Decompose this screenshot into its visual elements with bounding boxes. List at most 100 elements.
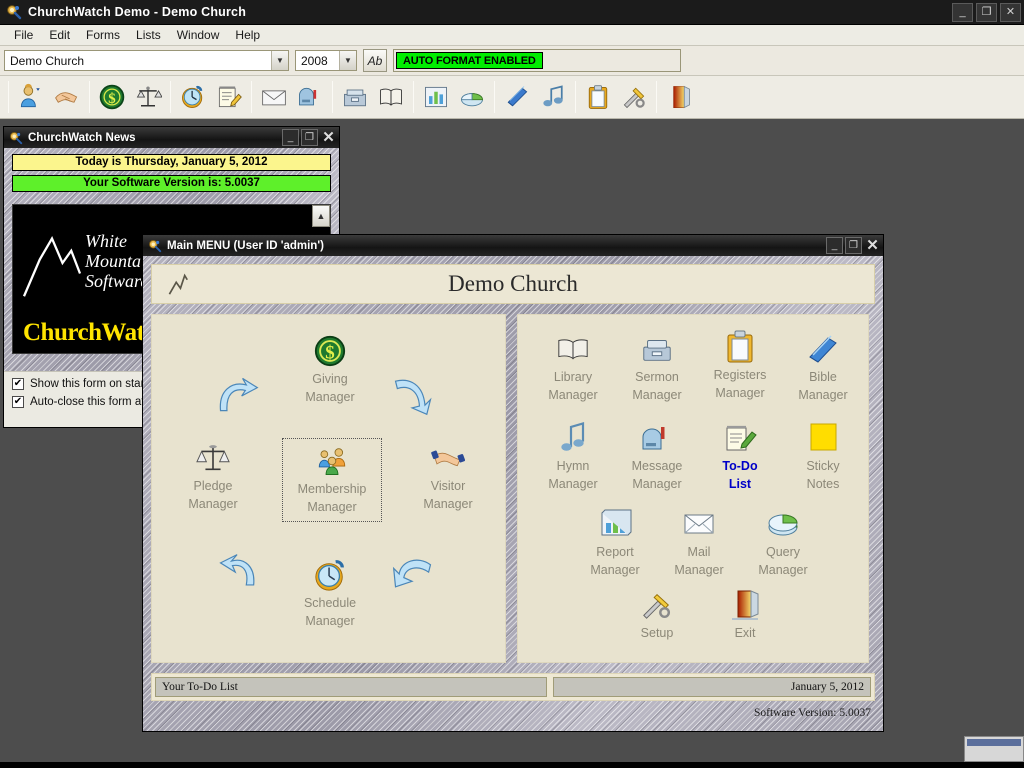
module-label-line2: Manager (590, 563, 640, 577)
module-label-line1: Library (553, 370, 593, 384)
module-schedule-manager[interactable]: Schedule Manager (283, 557, 377, 629)
module-message-manager[interactable]: Message Manager (610, 420, 704, 492)
module-label-line1: Message (631, 459, 683, 473)
handshake-icon (401, 440, 495, 476)
checkbox-show-on-startup[interactable]: ✔ (12, 378, 24, 390)
registers-clipboard-icon[interactable] (580, 79, 616, 115)
chevron-down-icon[interactable]: ▼ (271, 51, 288, 70)
module-label-line1: Exit (734, 626, 756, 640)
module-mail-manager[interactable]: Mail Manager (652, 506, 746, 578)
module-label-line2: Manager (632, 388, 682, 402)
menu-item-window[interactable]: Window (169, 26, 228, 44)
selector-toolbar: Demo Church ▼ 2008 ▼ Ab AUTO FORMAT ENAB… (0, 46, 1024, 76)
module-giving-manager[interactable]: $ Giving Manager (283, 333, 377, 405)
module-sermon-manager[interactable]: Sermon Manager (610, 331, 704, 403)
message-mailbox-icon[interactable] (292, 79, 328, 115)
module-todo-list[interactable]: To-Do List (693, 420, 787, 492)
bible-book-icon[interactable] (499, 79, 535, 115)
module-query-manager[interactable]: Query Manager (736, 506, 830, 578)
module-sticky-notes[interactable]: Sticky Notes (776, 420, 870, 492)
module-label-line1: Setup (640, 626, 674, 640)
toolbar-separator (8, 81, 9, 113)
main-menu-header: Demo Church (151, 264, 875, 304)
module-report-manager[interactable]: Report Manager (568, 506, 662, 578)
module-label-line2: Manager (548, 388, 598, 402)
primary-modules-panel: $ Giving Manager Pledge Manager Membersh… (151, 314, 506, 663)
close-button[interactable]: ✕ (1000, 3, 1021, 22)
membership-icon[interactable] (13, 79, 49, 115)
autoformat-toggle-button[interactable]: Ab (363, 49, 387, 72)
module-registers-manager[interactable]: Registers Manager (693, 329, 787, 401)
module-label-line1: Schedule (303, 596, 357, 610)
report-chart-icon[interactable] (418, 79, 454, 115)
arrow-curve-left-icon (390, 551, 436, 598)
scroll-up-button[interactable]: ▲ (312, 205, 330, 227)
main-menu-body: Demo Church $ Giving Manager Pledge Mana… (142, 256, 884, 732)
sticky-note-icon (776, 420, 870, 456)
news-window-title: ChurchWatch News (28, 131, 136, 144)
music-note-icon (526, 420, 620, 456)
news-maximize-button[interactable]: ❐ (301, 129, 318, 146)
library-book-icon[interactable] (373, 79, 409, 115)
setup-tools-icon[interactable] (616, 79, 652, 115)
news-minimize-button[interactable]: _ (282, 129, 299, 146)
schedule-clock-icon[interactable] (175, 79, 211, 115)
arrow-curve-down-right-icon (390, 373, 436, 420)
year-select[interactable]: 2008 ▼ (295, 50, 357, 71)
mail-envelope-icon[interactable] (256, 79, 292, 115)
desktop-bottom-strip (0, 762, 1024, 768)
module-label-line1: Registers (713, 368, 767, 382)
menu-item-file[interactable]: File (6, 26, 41, 44)
main-menu-minimize-button[interactable]: _ (826, 237, 843, 254)
checkbox-auto-close[interactable]: ✔ (12, 396, 24, 408)
module-label-line1: Pledge (193, 479, 233, 493)
svg-text:$: $ (108, 91, 116, 107)
visitor-handshake-icon[interactable] (49, 79, 85, 115)
module-hymn-manager[interactable]: Hymn Manager (526, 420, 620, 492)
restore-button[interactable]: ❐ (976, 3, 997, 22)
main-menu-title: Main MENU (User ID 'admin') (167, 239, 324, 252)
toolbar-separator (494, 81, 495, 113)
main-menu-titlebar[interactable]: Main MENU (User ID 'admin') _ ❐ ✕ (142, 234, 884, 256)
application-title: ChurchWatch Demo - Demo Church (28, 5, 247, 19)
bar-chart-icon (568, 506, 662, 542)
todo-status-field[interactable]: Your To-Do List (155, 677, 547, 697)
module-bible-manager[interactable]: Bible Manager (776, 331, 870, 403)
module-label-line2: Manager (798, 388, 848, 402)
main-menu-close-button[interactable]: ✕ (864, 237, 881, 254)
module-setup[interactable]: Setup (610, 587, 704, 641)
module-label-line2: Notes (806, 477, 840, 491)
dollar-coin-icon: $ (283, 333, 377, 369)
main-menu-maximize-button[interactable]: ❐ (845, 237, 862, 254)
exit-door-icon[interactable] (661, 79, 697, 115)
module-exit[interactable]: Exit (698, 587, 792, 641)
query-pie-icon[interactable] (454, 79, 490, 115)
chevron-down-icon[interactable]: ▼ (339, 51, 356, 70)
menu-item-help[interactable]: Help (227, 26, 268, 44)
toolbar-separator (656, 81, 657, 113)
pledge-scales-icon[interactable] (130, 79, 166, 115)
module-library-manager[interactable]: Library Manager (526, 331, 620, 403)
module-membership-manager[interactable]: Membership Manager (282, 438, 382, 522)
church-select[interactable]: Demo Church ▼ (4, 50, 289, 71)
sermon-filebox-icon[interactable] (337, 79, 373, 115)
hymn-note-icon[interactable] (535, 79, 571, 115)
menu-item-lists[interactable]: Lists (128, 26, 169, 44)
notepad-pencil-icon (693, 420, 787, 456)
module-visitor-manager[interactable]: Visitor Manager (401, 440, 495, 512)
menu-item-forms[interactable]: Forms (78, 26, 128, 44)
minimize-button[interactable]: _ (952, 3, 973, 22)
menu-item-edit[interactable]: Edit (41, 26, 78, 44)
module-pledge-manager[interactable]: Pledge Manager (166, 440, 260, 512)
module-label-line2: Manager (188, 497, 238, 511)
arrow-curve-up-right-icon (215, 373, 261, 420)
svg-text:$: $ (325, 343, 334, 364)
news-window-titlebar[interactable]: ChurchWatch News _ ❐ ✕ (3, 126, 340, 148)
news-close-button[interactable]: ✕ (320, 129, 337, 146)
open-book-icon (526, 331, 620, 367)
module-label-line1: Report (596, 545, 634, 559)
giving-dollar-icon[interactable]: $ (94, 79, 130, 115)
software-version-label: Software Version: 5.0037 (753, 707, 871, 719)
todo-notepad-icon[interactable] (211, 79, 247, 115)
news-date-banner: Today is Thursday, January 5, 2012 (12, 154, 331, 171)
